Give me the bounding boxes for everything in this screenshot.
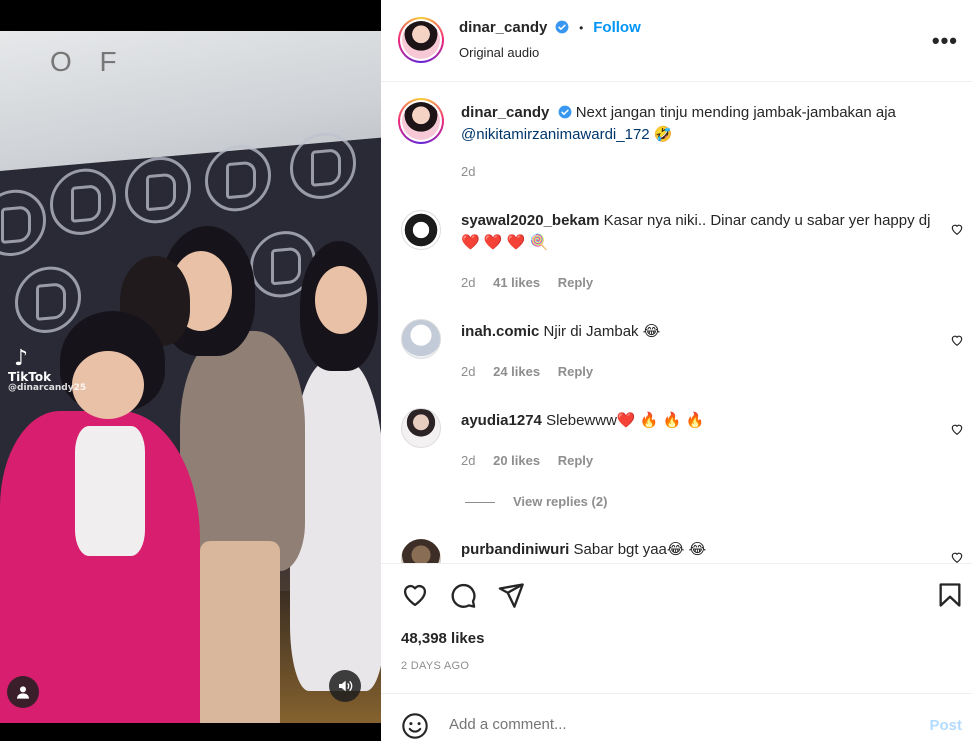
backdrop-logo	[15, 263, 81, 336]
tiktok-icon: ♪	[14, 346, 29, 371]
caption-emoji: 🤣	[653, 126, 673, 143]
comment-text: ayudia1274 Slebewww❤️ 🔥 🔥 🔥	[461, 410, 931, 432]
user-icon	[17, 686, 29, 699]
comment-avatar[interactable]	[401, 210, 441, 250]
comment-text: purbandiniwuri Sabar bgt yaa😂 😂	[461, 539, 931, 561]
caption-meta: 2d	[461, 164, 489, 179]
caption-time[interactable]: 2d	[461, 164, 475, 179]
like-comment-heart-icon[interactable]	[950, 422, 964, 436]
comment-avatar[interactable]	[401, 539, 441, 563]
like-heart-icon[interactable]	[401, 581, 429, 609]
verified-badge-icon	[555, 20, 569, 34]
caption-body: Next jangan tinju mending jambak-jambaka…	[575, 104, 896, 121]
comment-likes[interactable]: 41 likes	[493, 275, 540, 290]
share-paper-plane-icon[interactable]	[497, 581, 525, 609]
emoji-smile-icon[interactable]	[401, 712, 429, 740]
comment-meta: 2d 24 likes Reply	[461, 364, 607, 379]
video-pane[interactable]: O F ♪ TikTok @dinarcandy25	[0, 0, 381, 741]
video-frame[interactable]: O F ♪ TikTok @dinarcandy25	[0, 31, 381, 723]
comment-text: inah.comic Njir di Jambak 😂	[461, 321, 931, 343]
comment-meta: 2d 20 likes Reply	[461, 453, 607, 468]
backdrop-logo	[50, 165, 116, 238]
post-actions: 48,398 likes 2 DAYS AGO	[381, 563, 972, 693]
post-header: dinar_candy • Follow Original audio •••	[381, 0, 972, 82]
comment-meta: 2d 41 likes Reply	[461, 275, 607, 290]
caption-mention[interactable]: @nikitamirzanimawardi_172	[461, 126, 650, 143]
header-separator: •	[579, 21, 584, 35]
speaker-icon	[339, 680, 353, 692]
follow-button[interactable]: Follow	[593, 19, 641, 36]
wall-text: O F	[50, 46, 127, 77]
comment-text: syawal2020_bekam Kasar nya niki.. Dinar …	[461, 210, 931, 254]
comment-time[interactable]: 2d	[461, 453, 475, 468]
caption-text: dinar_candy Next jangan tinju mending ja…	[461, 102, 931, 146]
comment-likes[interactable]: 20 likes	[493, 453, 540, 468]
author-username[interactable]: dinar_candy	[459, 19, 547, 36]
post-comment-button[interactable]: Post	[929, 717, 962, 734]
backdrop-logo	[125, 154, 191, 227]
more-options-button[interactable]: •••	[932, 28, 958, 54]
comment-username[interactable]: purbandiniwuri	[461, 541, 569, 558]
like-comment-heart-icon[interactable]	[950, 550, 964, 563]
caption-avatar[interactable]	[398, 98, 444, 144]
view-replies-button[interactable]: View replies (2)	[465, 494, 607, 509]
comment-time[interactable]: 2d	[461, 275, 475, 290]
comment-username[interactable]: syawal2020_bekam	[461, 212, 599, 229]
backdrop-logo	[205, 142, 271, 215]
reply-button[interactable]: Reply	[558, 364, 593, 379]
comments-list[interactable]: dinar_candy Next jangan tinju mending ja…	[381, 83, 972, 563]
comment-likes[interactable]: 24 likes	[493, 364, 540, 379]
likes-count[interactable]: 48,398 likes	[401, 630, 484, 647]
comment-body: Njir di Jambak 😂	[543, 323, 661, 340]
like-comment-heart-icon[interactable]	[950, 222, 964, 236]
comment-body: Slebewww❤️ 🔥 🔥 🔥	[546, 412, 705, 429]
comment-time[interactable]: 2d	[461, 364, 475, 379]
add-comment-input[interactable]	[449, 716, 849, 733]
post-panel: dinar_candy • Follow Original audio ••• …	[381, 0, 972, 741]
reply-button[interactable]: Reply	[558, 453, 593, 468]
caption-username[interactable]: dinar_candy	[461, 104, 549, 121]
original-audio-link[interactable]: Original audio	[459, 45, 539, 60]
verified-badge-icon	[558, 105, 571, 119]
comment-username[interactable]: inah.comic	[461, 323, 539, 340]
person-center-legs	[200, 541, 280, 723]
comment-avatar[interactable]	[401, 408, 441, 448]
comment-avatar[interactable]	[401, 319, 441, 359]
save-bookmark-icon[interactable]	[936, 581, 964, 609]
person-right-face	[315, 266, 367, 334]
comment-bubble-icon[interactable]	[449, 581, 477, 609]
like-comment-heart-icon[interactable]	[950, 333, 964, 347]
backdrop-logo	[0, 186, 46, 259]
reply-button[interactable]: Reply	[558, 275, 593, 290]
tiktok-user: @dinarcandy25	[8, 383, 87, 393]
tagged-users-button[interactable]	[7, 676, 39, 708]
post-date[interactable]: 2 DAYS AGO	[401, 660, 469, 672]
author-avatar[interactable]	[398, 17, 444, 63]
audio-toggle-button[interactable]	[329, 670, 361, 702]
comment-username[interactable]: ayudia1274	[461, 412, 542, 429]
comment-body: Sabar bgt yaa😂 😂	[573, 541, 707, 558]
person-white-top	[75, 426, 145, 556]
tiktok-label: TikTok	[8, 370, 52, 384]
add-comment-bar: Post	[381, 693, 972, 741]
tiktok-watermark: ♪ TikTok @dinarcandy25	[8, 346, 86, 393]
header-title-row: dinar_candy • Follow	[459, 19, 641, 36]
